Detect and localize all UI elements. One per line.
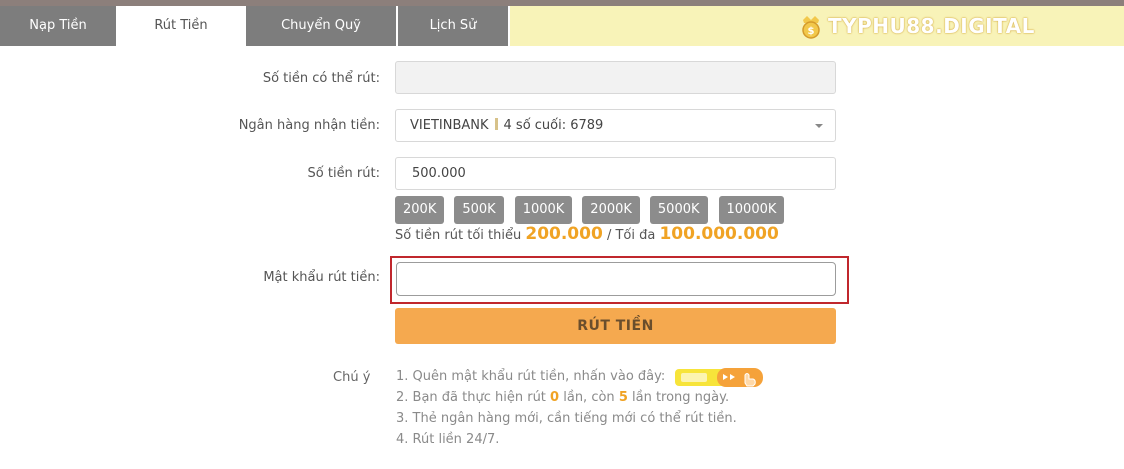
password-input[interactable]: [396, 262, 836, 296]
brand-banner: $ TYPHU88.DIGITAL: [510, 6, 1124, 46]
note-2-part-c: lần trong ngày.: [632, 390, 730, 405]
svg-text:$: $: [808, 26, 815, 37]
crown-coin-icon: $: [802, 16, 820, 39]
forgot-password-button[interactable]: [675, 367, 764, 387]
chip-10000k[interactable]: 10000K: [718, 196, 785, 224]
note-3: 3. Thẻ ngân hàng mới, cần tiếng mới có t…: [396, 411, 737, 426]
available-label: Số tiền có thể rút:: [262, 71, 380, 86]
note-2-part-b: lần, còn: [563, 390, 615, 405]
chevron-down-icon: [815, 124, 823, 128]
notes-label: Chú ý: [333, 370, 371, 385]
chip-1000k[interactable]: 1000K: [514, 196, 573, 224]
chip-2000k[interactable]: 2000K: [582, 196, 640, 224]
limit-prefix: Số tiền rút tối thiểu: [395, 228, 522, 243]
notes-list: 1. Quên mật khẩu rút tiền, nhấn vào đây:…: [396, 366, 764, 450]
limit-min: 200.000: [525, 224, 603, 244]
limit-max: 100.000.000: [659, 224, 779, 244]
bank-label: Ngân hàng nhận tiền:: [238, 118, 380, 133]
bank-last-digits: 4 số cuối: 6789: [503, 118, 604, 133]
password-highlight: [390, 256, 849, 304]
note-2: 2. Bạn đã thực hiện rút 0 lần, còn 5 lần…: [396, 387, 763, 408]
note-2-part-a: 2. Bạn đã thực hiện rút: [396, 390, 546, 405]
bank-separator: [494, 118, 498, 130]
withdraw-button[interactable]: RÚT TIỀN: [395, 308, 836, 344]
tab-deposit[interactable]: Nạp Tiền: [0, 6, 118, 46]
bank-name: VIETINBANK: [410, 118, 489, 133]
brand-logo: $ TYPHU88.DIGITAL: [800, 6, 1035, 46]
tab-transfer[interactable]: Chuyển Quỹ: [246, 6, 398, 46]
amount-input[interactable]: 500.000: [395, 157, 836, 190]
chip-200k[interactable]: 200K: [395, 196, 445, 224]
tab-bar: Nạp Tiền Rút Tiền Chuyển Quỹ Lịch Sử $ T…: [0, 6, 1124, 46]
available-amount-field: [395, 61, 836, 94]
bank-select[interactable]: VIETINBANK 4 số cuối: 6789: [395, 109, 836, 142]
password-label: Mật khẩu rút tiền:: [263, 270, 380, 285]
amount-label: Số tiền rút:: [307, 166, 380, 181]
chip-500k[interactable]: 500K: [454, 196, 504, 224]
amount-chips: 200K 500K 1000K 2000K 5000K 10000K: [395, 196, 785, 224]
brand-text: TYPHU88.DIGITAL: [828, 14, 1035, 38]
note-1: 1. Quên mật khẩu rút tiền, nhấn vào đây:: [396, 366, 764, 387]
chip-5000k[interactable]: 5000K: [649, 196, 708, 224]
tab-history[interactable]: Lịch Sử: [398, 6, 510, 46]
withdraw-limits: Số tiền rút tối thiểu 200.000 / Tối đa 1…: [395, 224, 779, 244]
note-4: 4. Rút liền 24/7.: [396, 432, 500, 447]
limit-mid: / Tối đa: [606, 228, 656, 243]
tab-withdraw[interactable]: Rút Tiền: [118, 6, 246, 46]
withdraw-count: 0: [550, 390, 560, 405]
note-1-text: 1. Quên mật khẩu rút tiền, nhấn vào đây:: [396, 369, 666, 384]
withdraw-remaining: 5: [618, 390, 628, 405]
